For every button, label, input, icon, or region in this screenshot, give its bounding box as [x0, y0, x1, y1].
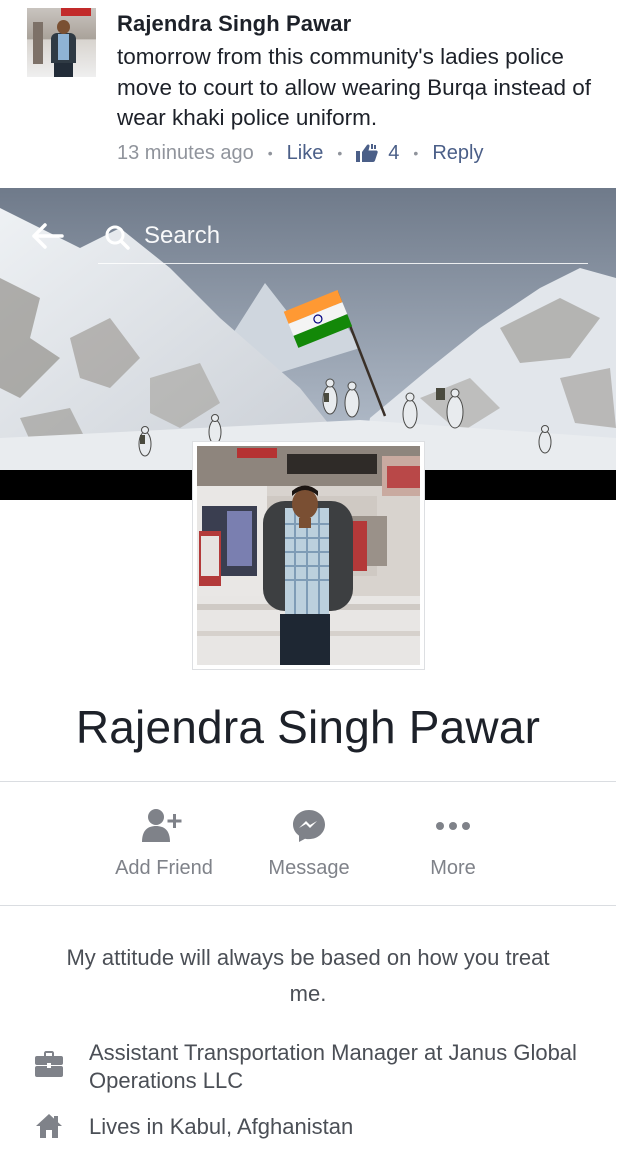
top-nav-bar: Search [0, 218, 616, 264]
thumbs-up-icon [356, 144, 378, 162]
comment-timestamp[interactable]: 13 minutes ago [117, 142, 254, 165]
comment-block: Rajendra Singh Pawar tomorrow from this … [0, 0, 619, 188]
comment-author-name[interactable]: Rajendra Singh Pawar [117, 11, 351, 37]
more-label: More [430, 857, 476, 879]
comment-text: tomorrow from this community's ladies po… [117, 44, 592, 130]
comment-like-link[interactable]: Like [287, 142, 324, 165]
more-button[interactable]: More [373, 782, 533, 905]
avatar-bg-sign [61, 8, 91, 16]
profile-picture[interactable] [192, 441, 425, 670]
briefcase-icon [35, 1051, 63, 1077]
comment-like-count[interactable]: 4 [356, 142, 399, 165]
comment-meta: 13 minutes ago • Like • 4 • Reply [117, 139, 483, 167]
profile-name: Rajendra Singh Pawar [75, 701, 541, 753]
meta-separator: • [337, 145, 343, 161]
messenger-icon [293, 810, 325, 842]
comment-author-avatar[interactable] [27, 8, 96, 77]
avatar-person-shirt [58, 34, 69, 60]
meta-separator: • [267, 145, 273, 161]
search-placeholder: Search [144, 222, 221, 249]
add-friend-icon [142, 809, 182, 842]
add-friend-button[interactable]: Add Friend [84, 782, 244, 905]
more-dots-icon [436, 822, 470, 830]
profile-actions: Add Friend Message More [0, 782, 616, 905]
profile-photo-art [197, 446, 420, 665]
back-arrow-icon [32, 223, 64, 249]
like-count-value: 4 [388, 141, 400, 164]
home-icon [36, 1114, 62, 1138]
comment-reply-link[interactable]: Reply [432, 142, 483, 165]
profile-picture-image [197, 446, 420, 665]
message-label: Message [268, 857, 350, 879]
message-button[interactable]: Message [229, 782, 389, 905]
search-icon [105, 225, 130, 250]
meta-separator: • [413, 145, 419, 161]
divider [0, 905, 616, 906]
avatar-person-legs [54, 63, 73, 77]
info-location-text: Lives in Kabul, Afghanistan [89, 1114, 354, 1139]
info-work-text: Assistant Transportation Manager at Janu… [89, 1040, 577, 1093]
profile-bio: My attitude will always be based on how … [66, 945, 550, 1006]
back-button[interactable] [30, 218, 66, 254]
add-friend-label: Add Friend [115, 857, 213, 879]
avatar-bg-pillar [33, 22, 43, 64]
search-input[interactable]: Search [98, 218, 588, 264]
avatar-person-head [57, 20, 70, 34]
